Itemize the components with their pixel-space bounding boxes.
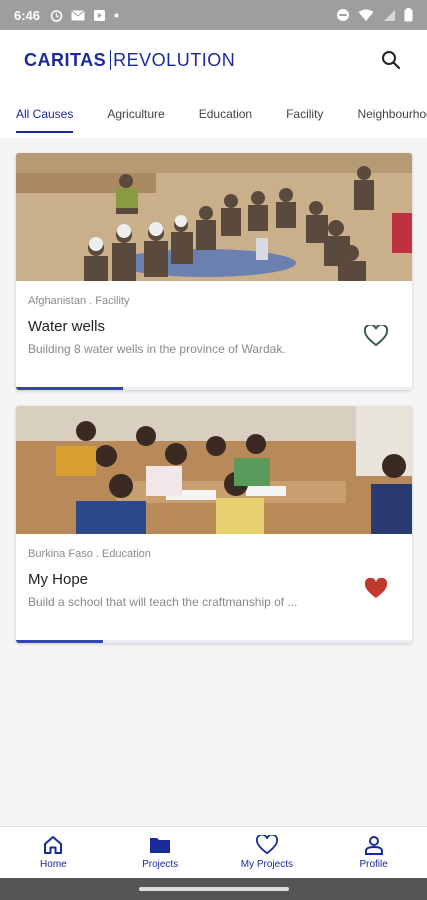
timer-icon <box>50 9 63 22</box>
dot-icon <box>114 13 119 17</box>
tab-all-causes[interactable]: All Causes <box>16 93 74 135</box>
funding-progress-fill <box>16 640 104 643</box>
nav-projects-label: Projects <box>142 859 179 870</box>
battery-icon <box>404 8 413 22</box>
project-title: My Hope <box>28 571 89 588</box>
status-bar: 6:46 <box>0 0 427 30</box>
tab-education[interactable]: Education <box>199 93 252 135</box>
tab-agriculture[interactable]: Agriculture <box>107 93 164 135</box>
nav-profile[interactable]: Profile <box>320 827 427 878</box>
funding-progress-bar <box>16 387 412 390</box>
wifi-icon <box>358 9 374 21</box>
heart-filled-icon <box>364 577 388 598</box>
heart-icon <box>255 835 278 855</box>
media-icon <box>94 9 106 21</box>
funding-progress-bar <box>16 640 412 643</box>
search-button[interactable] <box>379 48 403 72</box>
home-icon <box>44 836 63 854</box>
brand-divider <box>110 50 112 70</box>
nav-projects[interactable]: Projects <box>107 827 214 878</box>
brand-logo: CARITAS REVOLUTION <box>24 50 235 71</box>
project-card-my-hope[interactable]: Burkina Faso . Education My Hope Build a… <box>16 406 412 643</box>
funding-progress-fill <box>16 387 123 390</box>
search-icon <box>382 51 401 70</box>
nav-home-label: Home <box>40 859 67 870</box>
tab-neighbourhood[interactable]: Neighbourhood <box>357 93 427 135</box>
status-right-icons <box>336 8 413 22</box>
heart-outline-icon <box>363 323 389 347</box>
nav-home[interactable]: Home <box>0 827 107 878</box>
bottom-navigation: Home Projects My Projects Profile <box>0 826 427 878</box>
mail-icon <box>71 9 85 20</box>
project-description: Building 8 water wells in the province o… <box>28 342 286 356</box>
brand-light: REVOLUTION <box>113 49 236 70</box>
signal-icon <box>384 9 395 21</box>
gesture-bar <box>0 878 427 900</box>
project-meta: Afghanistan . Facility <box>28 295 130 307</box>
project-description: Build a school that will teach the craft… <box>28 595 298 609</box>
category-tabs: All Causes Agriculture Education Facilit… <box>0 90 427 138</box>
project-image-my-hope <box>16 406 412 534</box>
folder-icon <box>150 838 171 853</box>
like-button[interactable] <box>364 577 388 600</box>
status-left-icons <box>50 9 119 22</box>
project-image-water-wells <box>16 153 412 281</box>
nav-my-projects[interactable]: My Projects <box>214 827 321 878</box>
project-title: Water wells <box>28 318 105 335</box>
dnd-icon <box>337 9 349 21</box>
tab-facility[interactable]: Facility <box>286 93 323 135</box>
status-time: 6:46 <box>14 7 41 23</box>
project-meta: Burkina Faso . Education <box>28 548 151 560</box>
project-card-water-wells[interactable]: Afghanistan . Facility Water wells Build… <box>16 153 412 390</box>
like-button[interactable] <box>363 323 389 347</box>
app-bar: CARITAS REVOLUTION <box>0 30 427 90</box>
brand-bold: CARITAS <box>24 49 107 70</box>
gesture-handle[interactable] <box>138 887 289 891</box>
nav-profile-label: Profile <box>359 859 388 870</box>
nav-my-projects-label: My Projects <box>240 859 293 870</box>
person-icon <box>364 836 383 855</box>
